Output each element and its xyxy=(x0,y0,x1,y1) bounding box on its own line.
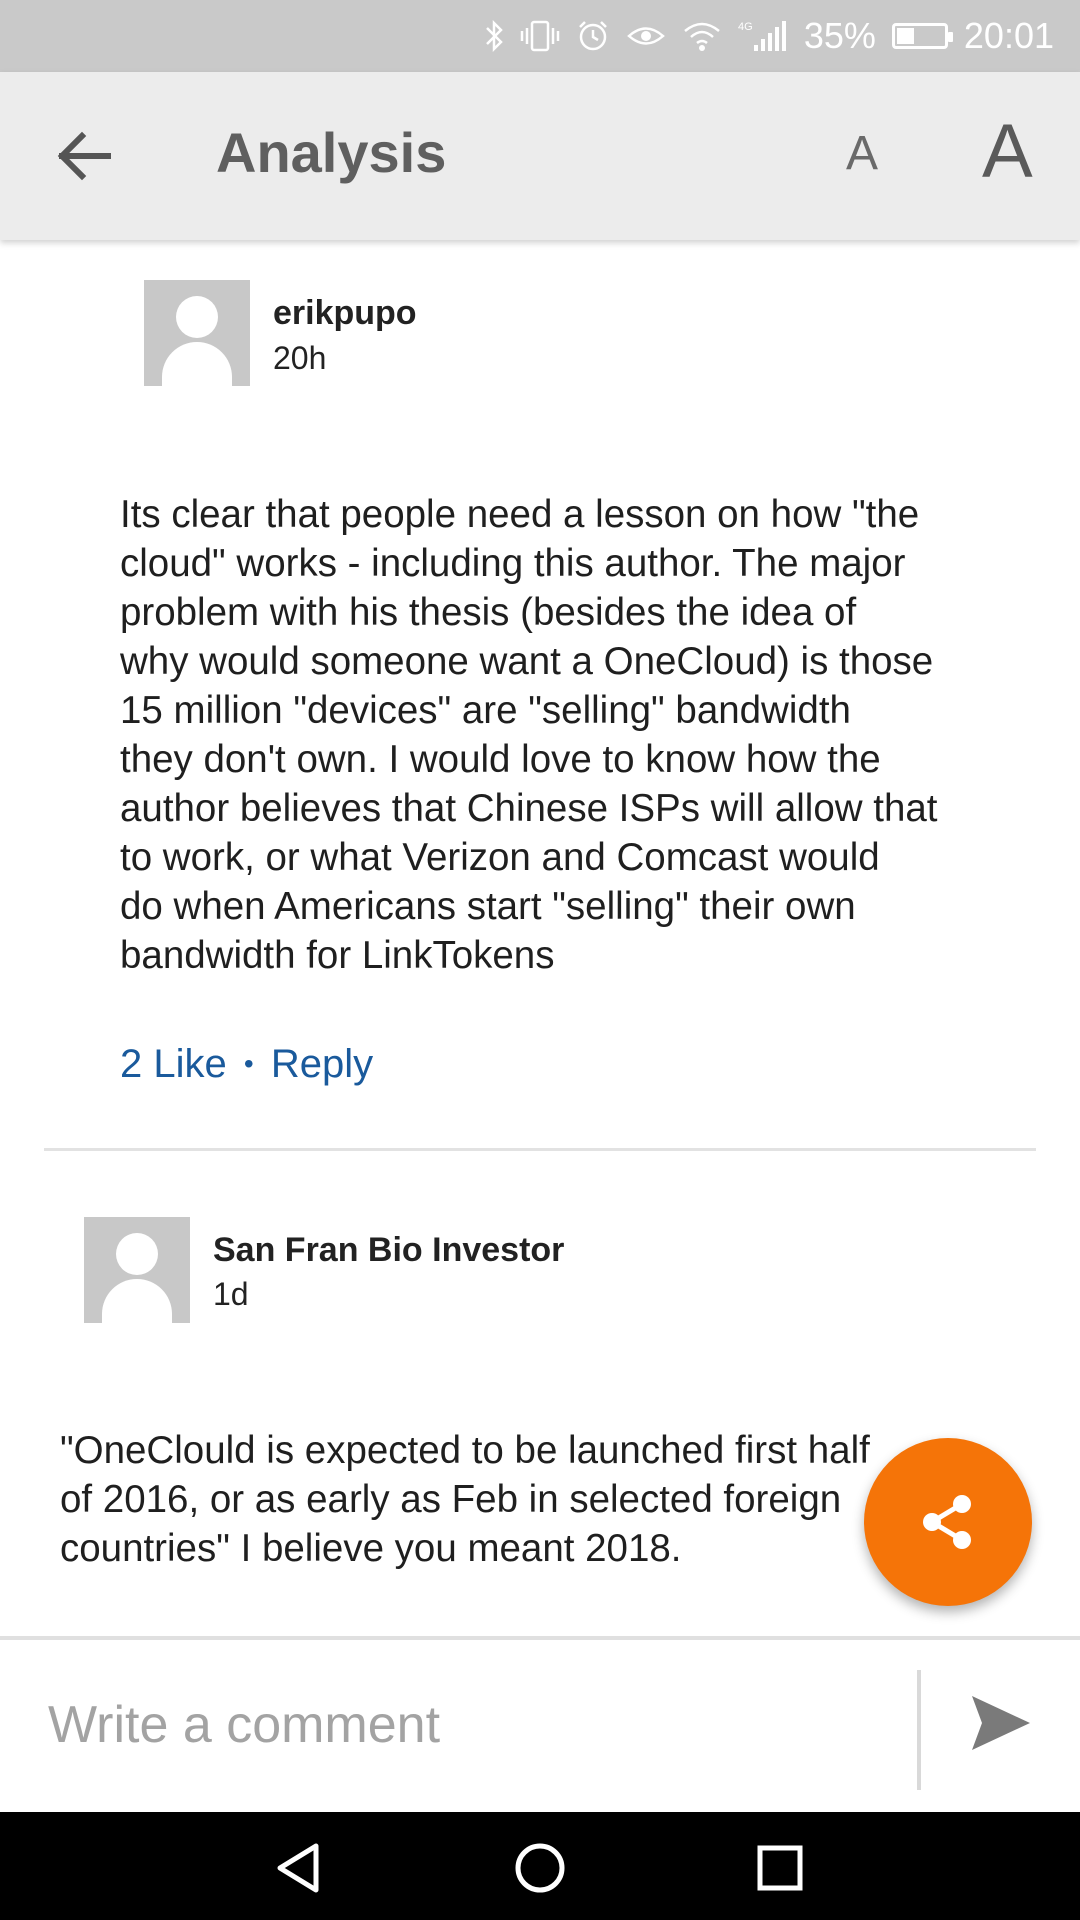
send-icon[interactable] xyxy=(968,1690,1034,1756)
comment-time: 1d xyxy=(213,1276,249,1312)
nav-recents-icon[interactable] xyxy=(752,1840,808,1896)
decrease-font-button[interactable]: A xyxy=(846,126,878,181)
comment-author[interactable]: San Fran Bio Investor xyxy=(213,1231,564,1270)
signal-icon: 4G xyxy=(738,19,788,53)
nav-home-icon[interactable] xyxy=(512,1840,568,1896)
comment-input[interactable] xyxy=(48,1690,888,1760)
comment-bar xyxy=(0,1636,1080,1812)
comment-time: 20h xyxy=(273,340,327,376)
battery-percent: 35% xyxy=(803,15,876,56)
app-bar: Analysis A A xyxy=(0,72,1080,240)
action-separator: • xyxy=(243,1048,254,1079)
divider xyxy=(917,1670,921,1790)
eye-icon xyxy=(626,19,666,53)
comment-list: erikpupo 20h Its clear that people need … xyxy=(0,240,1080,1636)
nav-back-icon[interactable] xyxy=(272,1840,328,1896)
back-arrow-icon[interactable] xyxy=(52,124,116,188)
comment-text: Its clear that people need a lesson on h… xyxy=(120,493,938,977)
alarm-icon xyxy=(576,19,610,53)
increase-font-button[interactable]: A xyxy=(982,108,1033,195)
divider xyxy=(44,1148,1036,1151)
bluetooth-icon xyxy=(484,19,504,53)
share-icon xyxy=(923,1495,971,1549)
avatar[interactable] xyxy=(84,1217,190,1323)
wifi-icon xyxy=(682,19,722,53)
comment-actions: 2 Like • Reply xyxy=(120,1042,373,1087)
navigation-bar xyxy=(0,1812,1080,1920)
network-type-label: 4G xyxy=(738,21,753,33)
avatar[interactable] xyxy=(144,280,250,386)
share-button[interactable] xyxy=(864,1438,1032,1606)
clock: 20:01 xyxy=(963,15,1054,56)
comment-text: "OneClould is expected to be launched fi… xyxy=(60,1429,870,1570)
like-link[interactable]: 2 Like xyxy=(120,1042,227,1087)
screen: 4G 35% 20:01 Analysis A A erikpupo 20h I… xyxy=(0,0,1080,1920)
battery-icon xyxy=(891,23,953,49)
status-bar: 4G 35% 20:01 xyxy=(0,0,1080,72)
comment-author[interactable]: erikpupo xyxy=(273,294,417,333)
vibrate-icon xyxy=(520,19,560,53)
page-title: Analysis xyxy=(216,121,447,184)
reply-link[interactable]: Reply xyxy=(271,1042,373,1087)
